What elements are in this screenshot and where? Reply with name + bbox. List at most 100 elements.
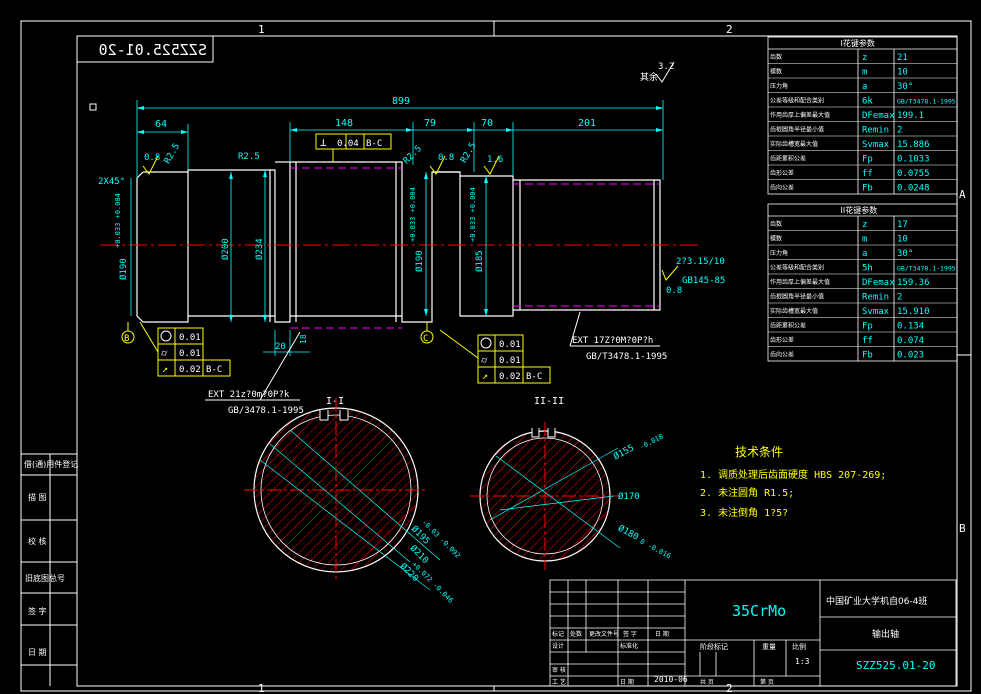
table-param-symbol: m (862, 68, 867, 78)
dimension-texts: 899 64 148 79 70 201 2X45° R2.5 R2.5 R2.… (98, 96, 725, 352)
table-param-name: 压力角 (770, 82, 788, 90)
table-param-name: 模数 (770, 68, 782, 76)
tb-label: 第 页 (760, 678, 774, 686)
dim-20: 20 (275, 342, 286, 352)
dim-64: 64 (155, 119, 167, 130)
table-param-name: 齿数 (770, 53, 782, 61)
table-param-value: 17 (897, 220, 908, 230)
diameter-190-mid: Ø190 (414, 250, 425, 272)
drawing-number: SZZ525.01-20 (856, 659, 935, 672)
taper-std: GB145-85 (682, 276, 725, 286)
table-param-value: 2 (897, 293, 902, 303)
left-runout: 0.02 (179, 365, 201, 375)
diameter-185: Ø185 (474, 250, 485, 272)
table-param-name: 齿向公差 (770, 184, 794, 192)
table-param-symbol: DFemax (862, 278, 895, 288)
section-right-d180: Ø180 (616, 523, 640, 543)
table-param-name: 齿形公差 (770, 169, 794, 177)
dimension-lines (130, 100, 664, 356)
tech-req-line1: 1. 调质处理后齿面硬度 HBS 207-269; (700, 468, 886, 481)
table-param-value: 2 (897, 126, 902, 136)
stamp-label: 旧底图总号 (25, 573, 65, 583)
diameter-234: Ø234 (254, 238, 265, 260)
table-param-symbol: Fb (862, 184, 873, 194)
fcf-right-stack: ⌭ ↗ 0.01 0.01 0.02 B-C (439, 329, 551, 384)
table-param-symbol: m (862, 235, 867, 245)
zone-bottom-1: 1 (258, 682, 265, 694)
section-left: I-I Ø195 -0.03 -0.092 Ø210 Ø220 +0.072 -… (244, 396, 462, 605)
table-param-value: 0.0248 (897, 184, 930, 194)
dimension-arrows (137, 106, 663, 322)
stamp-label: 描 图 (28, 492, 47, 502)
table-param-value: 0.134 (897, 322, 924, 332)
table-param-name: 公差等级和配合类别 (770, 264, 824, 272)
table-param-symbol: Fp (862, 155, 873, 165)
table-param-name: 齿根圆角半径最小值 (770, 293, 824, 301)
svg-text:⌭: ⌭ (161, 349, 168, 359)
table-param-symbol: Svmax (862, 140, 890, 150)
tech-req-line3: 3. 未注倒角 1?5? (700, 506, 788, 519)
tech-req-line2: 2. 未注圆角 R1.5; (700, 486, 794, 499)
table-param-value: GB/T3478.1-1995 (897, 265, 956, 273)
table-param-value: 15.910 (897, 307, 930, 317)
svg-text:⌭: ⌭ (481, 356, 488, 366)
section-right-title: II-II (534, 396, 564, 407)
diameter-200: Ø200 (220, 238, 231, 260)
small-marker (89, 103, 97, 111)
mirrored-code-box: SZZ525.01-20 (76, 35, 214, 63)
svg-text:↗: ↗ (162, 364, 168, 375)
radius-left: R2.5 (163, 142, 183, 166)
table-param-symbol: Fp (862, 322, 873, 332)
zone-bottom-2: 2 (726, 682, 733, 694)
zone-top-1: 1 (258, 23, 265, 36)
date-value: 2010-06 (654, 675, 688, 684)
table-param-symbol: a (862, 82, 867, 92)
left-spline-label: EXT 21z?0m?0P?k (208, 390, 290, 400)
fcf-perpendicularity: ⊥ 0.04 B-C (315, 133, 392, 162)
table-param-symbol: ff (862, 169, 873, 179)
tb-label: 处数 (570, 630, 582, 638)
section-right-d170: Ø170 (618, 491, 640, 502)
right-spline-std: GB/T3478.1-1995 (586, 352, 667, 362)
table-header: II花键参数 (841, 205, 878, 215)
table-param-name: 实际齿槽宽最大值 (770, 307, 818, 315)
zone-right-b: B (959, 522, 966, 535)
roughness-2: 0.8 (438, 153, 454, 163)
tb-label: 更改文件号 (589, 630, 619, 638)
dim-18: 18 (299, 334, 308, 344)
table-param-value: 0.1033 (897, 155, 930, 165)
radius-right: R2.5 (459, 141, 479, 165)
table-param-value: 15.886 (897, 140, 930, 150)
material: 35CrMo (732, 602, 786, 620)
title-block-texts: 35CrMo 中国矿业大学机自06-4班 输出轴 SZZ525.01-20 1:… (552, 595, 935, 686)
right-runout: 0.02 (499, 372, 521, 382)
right-spline-label: EXT 17Z?0M?0P?h (572, 336, 653, 346)
mirrored-drawing-code: SZZ525.01-20 (99, 41, 207, 59)
table-param-value: 21 (897, 53, 908, 63)
surface-finish-note: 其余 3.2 (640, 61, 675, 83)
part-name: 输出轴 (872, 628, 899, 640)
radius-mid1: R2.5 (238, 152, 260, 162)
left-stamp-column: 借(通)用件登记 描 图 校 核 旧底图总号 签 字 日 期 (24, 459, 78, 657)
chamfer-dim: 2X45° (98, 177, 125, 187)
svg-text:↗: ↗ (482, 371, 488, 382)
table-param-value: 159.36 (897, 278, 930, 288)
left-roundness: 0.01 (179, 349, 201, 359)
left-cylindricity: 0.01 (179, 333, 201, 343)
table-param-name: 齿距累积公差 (770, 155, 806, 163)
table-param-symbol: z (862, 220, 867, 230)
cad-drawing: 1 2 1 2 A B 借(通)用件登记 描 图 校 核 旧底图总号 签 字 日… (20, 20, 972, 694)
stamp-label: 日 期 (28, 648, 47, 657)
table-param-name: 公差等级和配合类别 (770, 97, 824, 105)
scale-value: 1:3 (795, 657, 810, 666)
section-right: II-II Ø155 -0.018 Ø170 Ø180 0 -0.016 (470, 396, 672, 570)
datum-c: C (423, 334, 428, 344)
left-runout-datum: B-C (206, 365, 222, 375)
table-param-value: 0.0755 (897, 169, 930, 179)
tb-label: 签 字 (623, 630, 637, 638)
surface-finish-value: 3.2 (658, 62, 674, 72)
scale-label: 比例 (792, 642, 806, 651)
table-param-value: GB/T3478.1-1995 (897, 98, 956, 106)
dim-70: 70 (481, 118, 493, 129)
table-param-symbol: Remin (862, 126, 889, 136)
